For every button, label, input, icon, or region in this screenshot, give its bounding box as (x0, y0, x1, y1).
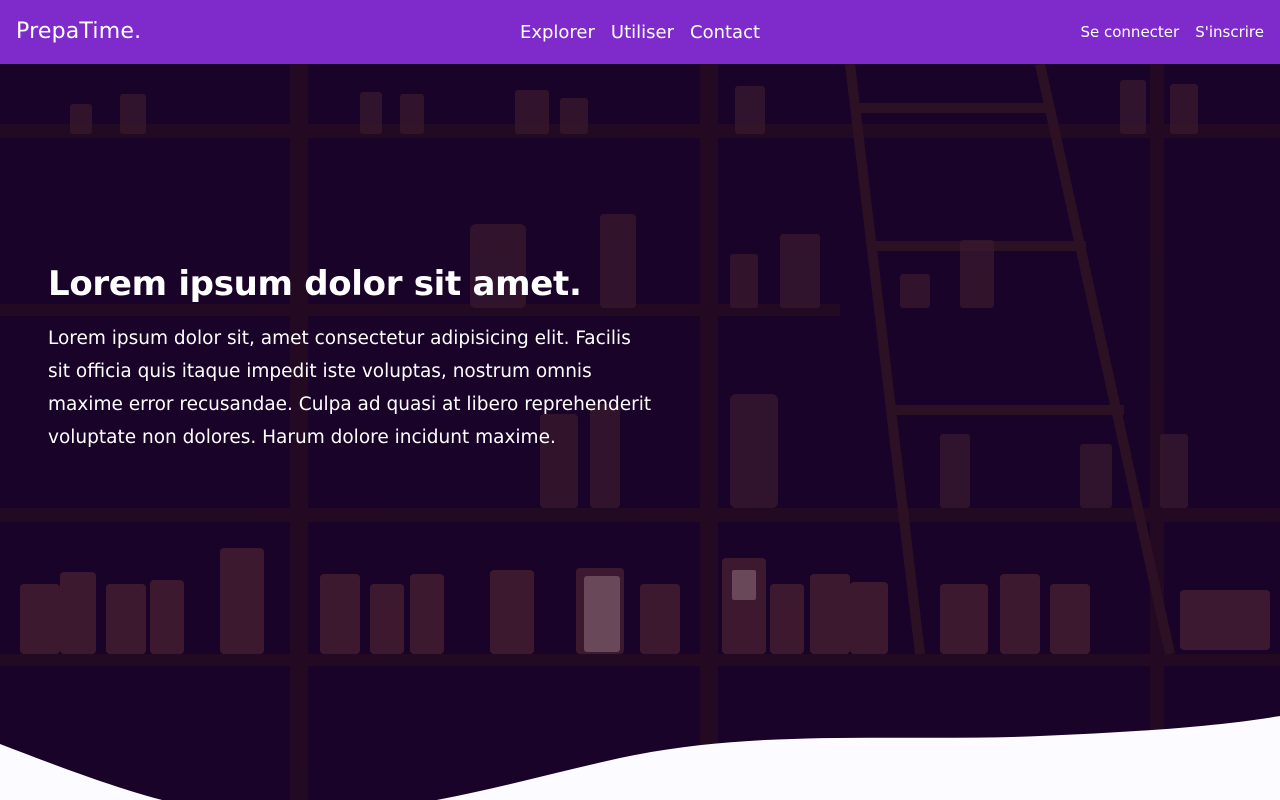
login-link[interactable]: Se connecter (1080, 23, 1179, 41)
hero-section: Lorem ipsum dolor sit amet. Lorem ipsum … (0, 64, 1280, 800)
wave-divider (0, 716, 1280, 800)
hero-title: Lorem ipsum dolor sit amet. (48, 264, 582, 304)
nav-link-contact[interactable]: Contact (690, 22, 760, 43)
brand-logo[interactable]: PrepaTime. (16, 0, 141, 64)
auth-links: Se connecter S'inscrire (1080, 0, 1264, 64)
nav-link-explorer[interactable]: Explorer (520, 22, 595, 43)
hero-description: Lorem ipsum dolor sit, amet consectetur … (48, 328, 652, 448)
hero-content: Lorem ipsum dolor sit amet. Lorem ipsum … (48, 260, 658, 454)
nav-link-utiliser[interactable]: Utiliser (611, 22, 674, 43)
signup-link[interactable]: S'inscrire (1195, 23, 1264, 41)
top-navbar: PrepaTime. Explorer Utiliser Contact Se … (0, 0, 1280, 64)
